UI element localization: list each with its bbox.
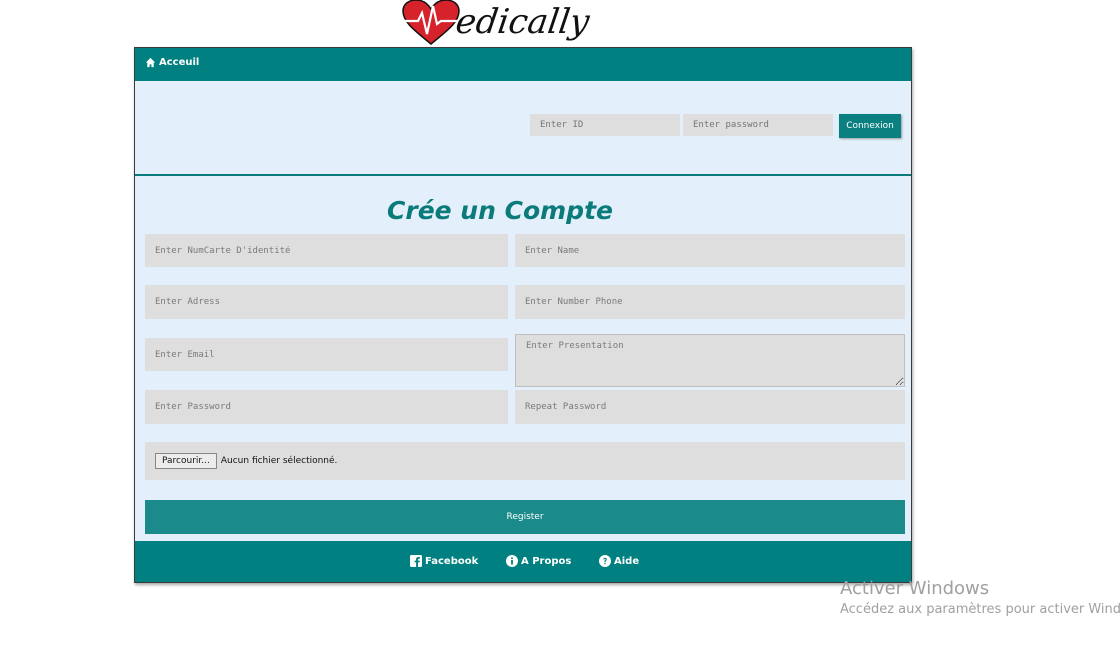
browse-button[interactable]: Parcourir...: [155, 453, 217, 469]
register-button[interactable]: Register: [145, 500, 905, 534]
aide-link[interactable]: Aide: [599, 555, 639, 567]
phone-input[interactable]: [515, 285, 905, 319]
apropos-link[interactable]: A Propos: [506, 555, 571, 567]
file-status-text: Aucun fichier sélectionné.: [220, 456, 338, 466]
apropos-label: A Propos: [521, 555, 572, 567]
facebook-label: Facebook: [425, 555, 479, 567]
medically-logo: edically: [402, 0, 592, 48]
info-icon: [506, 555, 518, 567]
windows-activation-watermark: Activer Windows Accédez aux paramètres p…: [840, 578, 1120, 617]
form-title: Crée un Compte: [387, 196, 613, 225]
question-icon: [599, 555, 611, 567]
watermark-subtitle: Accédez aux paramètres pour activer Wind…: [840, 602, 1120, 617]
repeat-password-input[interactable]: [515, 390, 905, 424]
presentation-textarea[interactable]: [515, 334, 905, 387]
adress-input[interactable]: [145, 285, 508, 319]
login-password-input[interactable]: [683, 113, 833, 136]
connexion-button[interactable]: Connexion: [839, 114, 901, 138]
password-input[interactable]: [145, 390, 508, 424]
numcarte-input[interactable]: [145, 234, 508, 267]
divider: [135, 174, 911, 176]
login-form: Connexion: [530, 111, 901, 138]
footer-bar: Facebook A Propos Aide: [135, 541, 911, 582]
facebook-link[interactable]: Facebook: [410, 555, 478, 567]
watermark-title: Activer Windows: [840, 578, 990, 599]
email-input[interactable]: [145, 338, 508, 371]
aide-label: Aide: [614, 555, 640, 567]
main-panel: Acceuil Connexion Crée un Compte Parcour…: [134, 47, 912, 583]
home-label: Acceuil: [159, 57, 200, 68]
facebook-icon: [410, 555, 422, 567]
heart-pulse-icon: [402, 0, 460, 45]
name-input[interactable]: [515, 234, 905, 267]
file-upload-row: Parcourir... Aucun fichier sélectionné.: [145, 442, 905, 480]
logo-text: edically: [453, 2, 592, 42]
home-icon: [145, 57, 156, 68]
login-id-input[interactable]: [530, 113, 680, 136]
home-link[interactable]: Acceuil: [145, 57, 199, 68]
top-navbar: Acceuil: [135, 48, 911, 81]
